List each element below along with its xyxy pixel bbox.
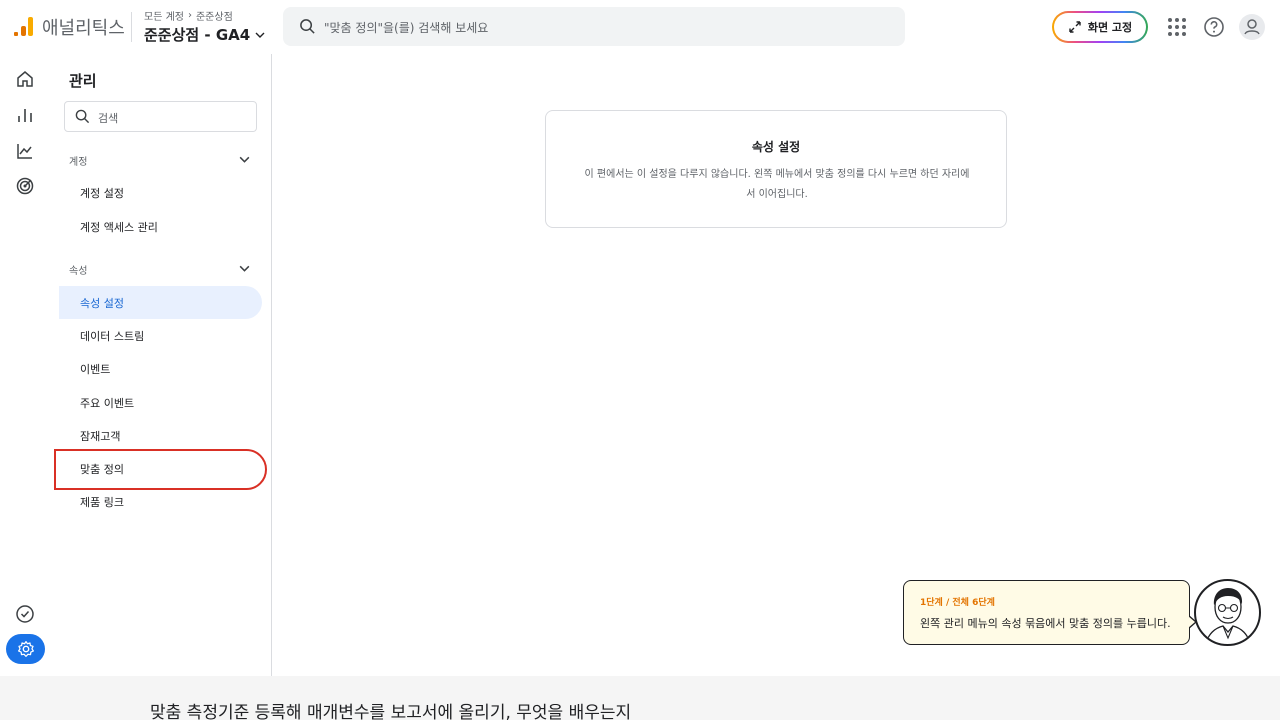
fullscreen-button[interactable]: 화면 고정 bbox=[1052, 11, 1148, 43]
chevron-down-icon bbox=[239, 156, 250, 163]
property-selector[interactable]: 준준상점 - GA4 bbox=[144, 24, 266, 45]
explore-icon[interactable] bbox=[15, 141, 35, 161]
nav-account-access[interactable]: 계정 액세스 관리 bbox=[59, 210, 262, 243]
card-body: 이 편에서는 이 설정을 다루지 않습니다. 왼쪽 메뉴에서 맞춤 정의를 다시… bbox=[584, 169, 970, 200]
card-title: 속성 설정 bbox=[751, 140, 801, 154]
account-avatar-icon[interactable] bbox=[1239, 14, 1265, 40]
left-nav-rail bbox=[0, 54, 50, 676]
help-icon[interactable] bbox=[1202, 15, 1226, 39]
nav-audiences[interactable]: 잠재고객 bbox=[59, 419, 262, 452]
info-card: 속성 설정 이 편에서는 이 설정을 다루지 않습니다. 왼쪽 메뉴에서 맞춤 … bbox=[545, 110, 1007, 228]
breadcrumb[interactable]: 모든 계정 › 준준상점 bbox=[144, 8, 233, 23]
property-section-header[interactable]: 속성 bbox=[69, 262, 251, 277]
search-icon bbox=[75, 109, 90, 124]
tooltip-step: 1단계 / 전체 6단계 bbox=[920, 598, 995, 608]
check-circle-icon[interactable] bbox=[15, 604, 35, 624]
account-section-header[interactable]: 계정 bbox=[69, 153, 251, 168]
reports-icon[interactable] bbox=[15, 105, 35, 125]
account-section-label: 계정 bbox=[69, 157, 88, 168]
gear-icon bbox=[17, 640, 34, 658]
admin-search-placeholder: 검색 bbox=[98, 112, 119, 125]
fullscreen-label: 화면 고정 bbox=[1087, 21, 1133, 34]
caption-bar: 맞춤 측정기준 등록해 매개변수를 보고서에 올리기, 무엇을 배우는지 bbox=[0, 676, 1280, 720]
nav-product-links[interactable]: 제품 링크 bbox=[59, 485, 262, 518]
home-icon[interactable] bbox=[15, 69, 35, 89]
tooltip-text: 왼쪽 관리 메뉴의 속성 묶음에서 맞춤 정의를 누릅니다. bbox=[920, 617, 1171, 630]
admin-panel: 관리 검색 계정 계정 설정 계정 액세스 관리 속성 속성 설정 데이터 스트… bbox=[50, 54, 272, 676]
breadcrumb-all-accounts[interactable]: 모든 계정 bbox=[144, 8, 184, 23]
apps-grid-icon[interactable] bbox=[1165, 15, 1189, 39]
app-name[interactable]: 애널리틱스 bbox=[42, 14, 125, 40]
property-section-label: 속성 bbox=[69, 266, 88, 277]
nav-key-events[interactable]: 주요 이벤트 bbox=[59, 386, 262, 419]
nav-data-streams[interactable]: 데이터 스트림 bbox=[59, 319, 262, 352]
header-divider bbox=[131, 12, 132, 42]
nav-events[interactable]: 이벤트 bbox=[59, 352, 262, 385]
breadcrumb-account[interactable]: 준준상점 bbox=[196, 8, 233, 23]
property-name: 준준상점 - GA4 bbox=[144, 26, 251, 44]
advertising-icon[interactable] bbox=[15, 176, 35, 196]
guide-tooltip: 1단계 / 전체 6단계 왼쪽 관리 메뉴의 속성 묶음에서 맞춤 정의를 누릅… bbox=[903, 580, 1197, 645]
nav-account-settings[interactable]: 계정 설정 bbox=[59, 176, 262, 209]
analytics-logo-icon[interactable] bbox=[14, 16, 34, 36]
chevron-down-icon bbox=[255, 32, 265, 38]
admin-settings-button[interactable] bbox=[6, 634, 45, 664]
chevron-down-icon bbox=[239, 265, 250, 272]
search-icon bbox=[300, 19, 315, 34]
expand-icon bbox=[1069, 21, 1081, 33]
top-bar: 애널리틱스 모든 계정 › 준준상점 준준상점 - GA4 "맞춤 정의"을(를… bbox=[0, 0, 1280, 54]
search-placeholder: "맞춤 정의"을(를) 검색해 보세요 bbox=[324, 21, 489, 35]
admin-title: 관리 bbox=[69, 72, 97, 90]
nav-property-settings[interactable]: 속성 설정 bbox=[59, 286, 262, 319]
global-search-input[interactable]: "맞춤 정의"을(를) 검색해 보세요 bbox=[283, 7, 905, 46]
admin-search-input[interactable]: 검색 bbox=[64, 101, 257, 132]
nav-custom-definitions[interactable]: 맞춤 정의 bbox=[59, 452, 262, 485]
guide-avatar-icon bbox=[1194, 579, 1261, 646]
lesson-caption: 맞춤 측정기준 등록해 매개변수를 보고서에 올리기, 무엇을 배우는지 bbox=[150, 703, 632, 720]
breadcrumb-separator-icon: › bbox=[187, 10, 192, 21]
